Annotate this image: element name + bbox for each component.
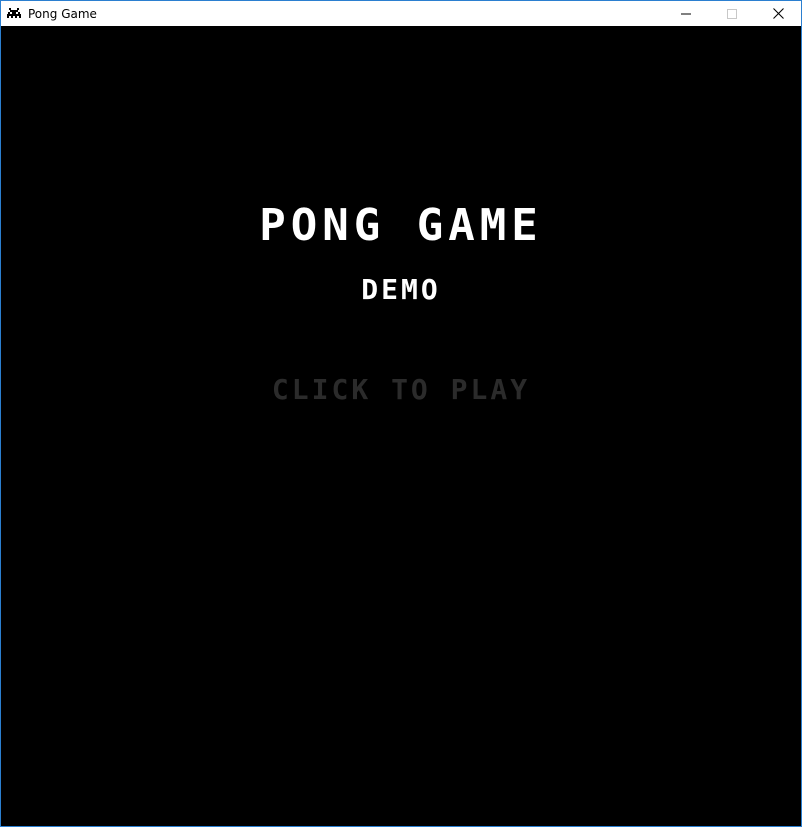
window-title: Pong Game xyxy=(28,6,97,21)
close-icon xyxy=(772,8,784,19)
window-controls xyxy=(663,1,801,26)
space-invader-icon xyxy=(6,6,22,22)
minimize-icon xyxy=(681,13,691,14)
click-to-play-prompt[interactable]: CLICK TO PLAY xyxy=(1,373,801,407)
maximize-button xyxy=(709,1,755,26)
title-bar[interactable]: Pong Game xyxy=(1,1,801,26)
maximize-icon xyxy=(727,8,737,19)
game-canvas[interactable]: PONG GAME DEMO CLICK TO PLAY xyxy=(1,26,801,826)
minimize-button[interactable] xyxy=(663,1,709,26)
close-button[interactable] xyxy=(755,1,801,26)
game-title: PONG GAME xyxy=(259,200,543,251)
app-window: Pong Game PONG GAME DEMO CLICK TO PLAY xyxy=(0,0,802,827)
game-subtitle: DEMO xyxy=(361,273,441,306)
